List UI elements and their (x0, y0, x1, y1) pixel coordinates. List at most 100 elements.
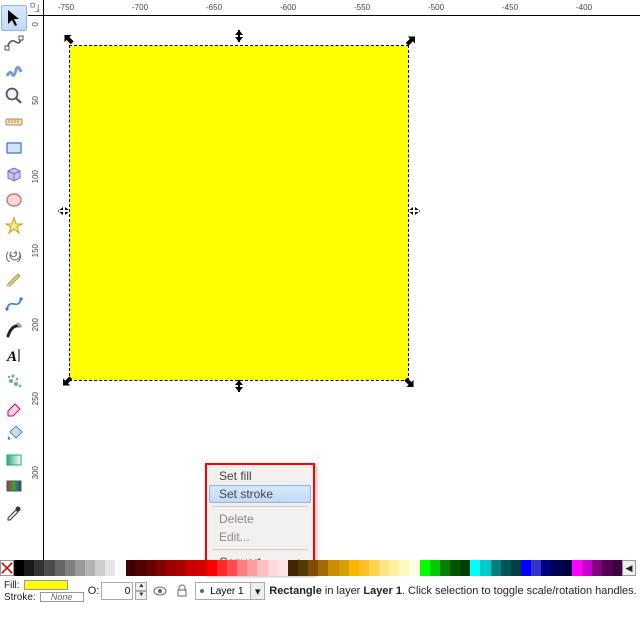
palette-none-swatch[interactable] (0, 560, 14, 576)
menu-set-stroke[interactable]: Set stroke (209, 485, 311, 503)
palette-swatch[interactable] (572, 560, 582, 576)
palette-swatch[interactable] (34, 560, 44, 576)
palette-swatch[interactable] (491, 560, 501, 576)
tool-3dbox[interactable] (1, 161, 27, 187)
palette-swatch[interactable] (409, 560, 419, 576)
palette-swatch[interactable] (318, 560, 328, 576)
opacity-spinner[interactable]: ▲▼ (135, 582, 147, 600)
menu-set-fill[interactable]: Set fill (209, 467, 311, 485)
palette-swatch[interactable] (298, 560, 308, 576)
fill-swatch[interactable] (24, 580, 68, 590)
tool-tweak[interactable] (1, 57, 27, 83)
palette-swatch[interactable] (207, 560, 217, 576)
layer-lock-icon[interactable] (173, 582, 191, 600)
palette-swatch[interactable] (85, 560, 95, 576)
palette-swatch[interactable] (501, 560, 511, 576)
palette-swatch[interactable] (328, 560, 338, 576)
scale-handle-s[interactable] (232, 379, 246, 393)
palette-swatch[interactable] (55, 560, 65, 576)
palette-swatch[interactable] (268, 560, 278, 576)
palette-swatch[interactable] (115, 560, 125, 576)
palette-swatch[interactable] (339, 560, 349, 576)
tool-ellipse[interactable] (1, 187, 27, 213)
tool-bezier[interactable] (1, 291, 27, 317)
palette-swatch[interactable] (521, 560, 531, 576)
tool-spiral[interactable] (1, 239, 27, 265)
palette-swatch[interactable] (389, 560, 399, 576)
palette-swatch[interactable] (156, 560, 166, 576)
stroke-swatch[interactable]: None (40, 592, 84, 602)
scale-handle-sw[interactable] (61, 375, 75, 389)
palette-swatch[interactable] (65, 560, 75, 576)
tool-meshgradient[interactable] (1, 473, 27, 499)
palette-swatch[interactable] (278, 560, 288, 576)
canvas[interactable] (44, 16, 640, 560)
palette-swatch[interactable] (450, 560, 460, 576)
palette-swatch[interactable] (176, 560, 186, 576)
palette-swatch[interactable] (399, 560, 409, 576)
scale-handle-ne[interactable] (403, 33, 417, 47)
tool-node[interactable] (1, 31, 27, 57)
palette-swatch[interactable] (531, 560, 541, 576)
palette-swatch[interactable] (562, 560, 572, 576)
palette-swatch[interactable] (75, 560, 85, 576)
palette-swatch[interactable] (369, 560, 379, 576)
tool-selector[interactable] (1, 5, 27, 31)
tool-measure[interactable] (1, 109, 27, 135)
palette-swatch[interactable] (136, 560, 146, 576)
palette-swatch[interactable] (470, 560, 480, 576)
tool-zoom[interactable] (1, 83, 27, 109)
tool-bucket[interactable] (1, 421, 27, 447)
tool-eraser[interactable] (1, 395, 27, 421)
tool-star[interactable] (1, 213, 27, 239)
palette-swatch[interactable] (247, 560, 257, 576)
palette-swatch[interactable] (257, 560, 267, 576)
palette-swatch[interactable] (95, 560, 105, 576)
tool-gradient[interactable] (1, 447, 27, 473)
tool-calligraphy[interactable] (1, 317, 27, 343)
palette-swatch[interactable] (105, 560, 115, 576)
palette-swatch[interactable] (541, 560, 551, 576)
palette-swatch[interactable] (146, 560, 156, 576)
palette-swatch[interactable] (480, 560, 490, 576)
palette-swatches[interactable] (14, 560, 622, 576)
tool-pencil[interactable] (1, 265, 27, 291)
opacity-input[interactable] (101, 582, 133, 600)
scale-handle-e[interactable] (407, 204, 421, 218)
tool-spray[interactable] (1, 369, 27, 395)
tool-dropper[interactable] (1, 499, 27, 525)
palette-swatch[interactable] (227, 560, 237, 576)
selected-rectangle[interactable] (64, 36, 414, 386)
palette-swatch[interactable] (420, 560, 430, 576)
palette-swatch[interactable] (14, 560, 24, 576)
palette-swatch[interactable] (582, 560, 592, 576)
palette-swatch[interactable] (511, 560, 521, 576)
palette-swatch[interactable] (197, 560, 207, 576)
palette-swatch[interactable] (44, 560, 54, 576)
palette-swatch[interactable] (217, 560, 227, 576)
layer-dropdown-icon[interactable]: ▾ (250, 583, 264, 599)
tool-rectangle[interactable] (1, 135, 27, 161)
layer-visibility-icon[interactable] (151, 582, 169, 600)
palette-swatch[interactable] (612, 560, 622, 576)
palette-swatch[interactable] (24, 560, 34, 576)
palette-swatch[interactable] (349, 560, 359, 576)
scale-handle-w[interactable] (57, 204, 71, 218)
tool-text[interactable]: A (1, 343, 27, 369)
layer-input[interactable] (208, 586, 250, 597)
palette-swatch[interactable] (592, 560, 602, 576)
scale-handle-n[interactable] (232, 29, 246, 43)
palette-scroll-left[interactable]: ◀ (622, 560, 636, 576)
palette-swatch[interactable] (551, 560, 561, 576)
palette-swatch[interactable] (430, 560, 440, 576)
layer-selector[interactable]: ▾ (195, 582, 265, 600)
palette-swatch[interactable] (186, 560, 196, 576)
palette-swatch[interactable] (359, 560, 369, 576)
palette-swatch[interactable] (126, 560, 136, 576)
palette-swatch[interactable] (288, 560, 298, 576)
palette-swatch[interactable] (308, 560, 318, 576)
palette-swatch[interactable] (237, 560, 247, 576)
palette-swatch[interactable] (379, 560, 389, 576)
palette-swatch[interactable] (440, 560, 450, 576)
scale-handle-nw[interactable] (61, 33, 75, 47)
